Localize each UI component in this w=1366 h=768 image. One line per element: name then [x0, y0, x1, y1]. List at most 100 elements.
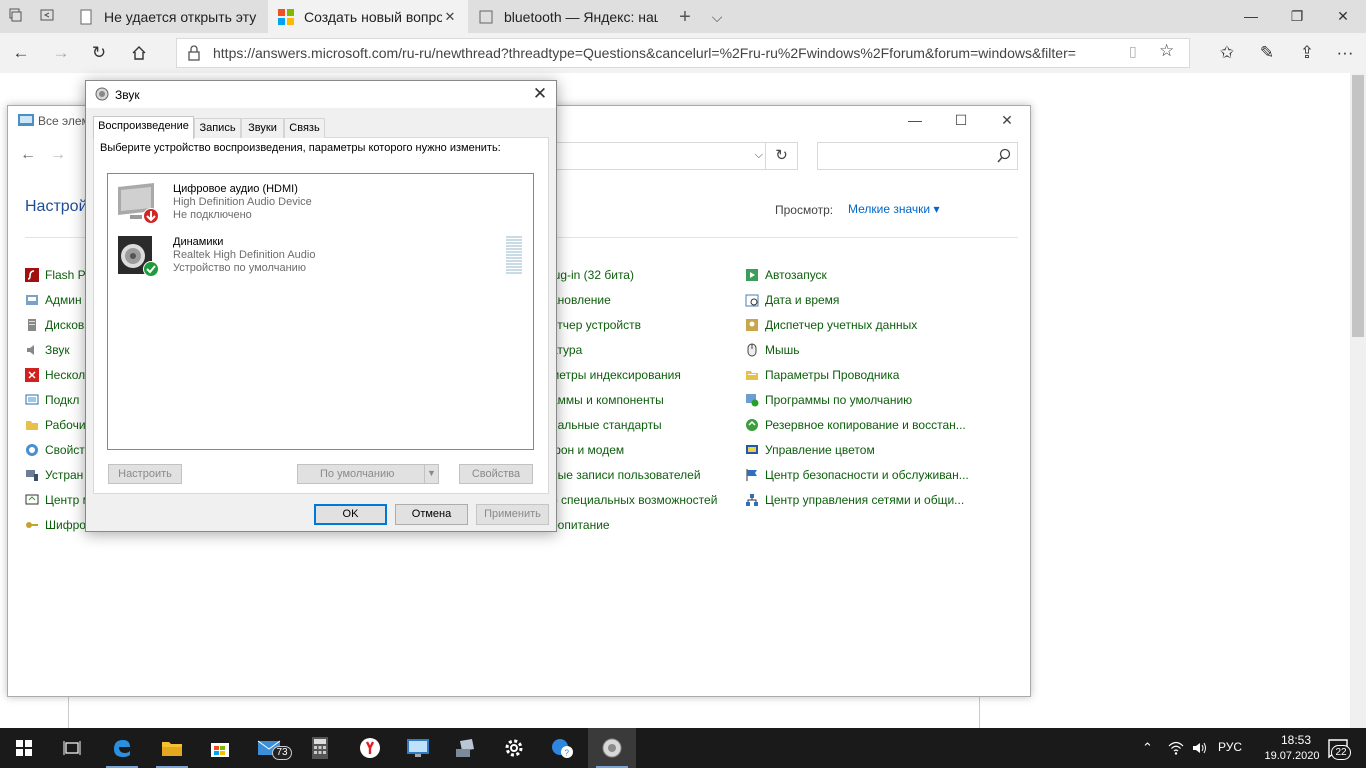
clock-time[interactable]: 18:53: [1267, 733, 1325, 747]
properties-button[interactable]: Свойства: [459, 464, 533, 484]
taskbar-edge[interactable]: [98, 728, 146, 768]
forward-arrow-icon[interactable]: →: [46, 39, 76, 67]
taskbar-sound[interactable]: [588, 728, 636, 768]
star-icon[interactable]: ☆: [1159, 41, 1179, 63]
cp-item-programs[interactable]: аммы и компоненты: [551, 391, 664, 409]
device-item-speakers[interactable]: Динамики Realtek High Definition Audio У…: [116, 234, 516, 282]
tab-playback[interactable]: Воспроизведение: [93, 116, 194, 139]
cp-item-sync-center[interactable]: Центр м: [25, 491, 91, 509]
minimize-icon[interactable]: —: [892, 106, 938, 134]
cp-item-user-accounts[interactable]: ные записи пользователей: [551, 466, 701, 484]
taskbar-settings[interactable]: [490, 728, 538, 768]
cp-item-indexing[interactable]: метры индексирования: [551, 366, 681, 384]
cp-item-multiple[interactable]: Несколь: [25, 366, 91, 384]
cp-item-power[interactable]: ропитание: [551, 516, 610, 534]
cp-item-storage[interactable]: Дисков: [25, 316, 84, 334]
back-arrow-icon[interactable]: ←: [6, 39, 36, 67]
restore-icon[interactable]: ❐: [1274, 0, 1320, 33]
tab-recording[interactable]: Запись: [194, 118, 241, 138]
cp-item-date-time[interactable]: Дата и время: [745, 291, 839, 309]
dropdown-arrow-icon[interactable]: ▼: [424, 464, 438, 484]
tab-actions-icon[interactable]: [4, 6, 26, 28]
close-icon[interactable]: ✕: [984, 106, 1030, 134]
chevron-down-icon[interactable]: ⌵: [706, 6, 728, 28]
cp-item-security-center[interactable]: Центр безопасности и обслуживан...: [745, 466, 969, 484]
volume-icon[interactable]: [1192, 741, 1208, 755]
configure-button[interactable]: Настроить: [108, 464, 182, 484]
cp-item-mouse[interactable]: Мышь: [745, 341, 800, 359]
device-item-hdmi[interactable]: Цифровое аудио (HDMI) High Definition Au…: [116, 181, 516, 229]
reading-view-icon[interactable]: ▯: [1129, 43, 1147, 63]
share-icon[interactable]: ⇪: [1292, 39, 1322, 67]
cp-item-properties[interactable]: Свойст: [25, 441, 85, 459]
cp-item-region[interactable]: нальные стандарты: [551, 416, 662, 434]
cp-item-recovery[interactable]: ановление: [551, 291, 611, 309]
cp-item-color-management[interactable]: Управление цветом: [745, 441, 875, 459]
cancel-button[interactable]: Отмена: [395, 504, 468, 525]
taskbar-store[interactable]: [196, 728, 244, 768]
cp-item-connect[interactable]: Подкл: [25, 391, 79, 409]
control-panel-search[interactable]: [817, 142, 1018, 170]
cp-item-device-manager[interactable]: етчер устройств: [551, 316, 641, 334]
clock-date[interactable]: 19.07.2020: [1257, 750, 1327, 762]
back-arrow-icon[interactable]: ←: [20, 146, 36, 164]
cp-item-flash-plugin[interactable]: lug-in (32 бита): [551, 266, 634, 284]
taskbar-calculator[interactable]: [296, 728, 344, 768]
cp-item-autoplay[interactable]: Автозапуск: [745, 266, 827, 284]
home-icon[interactable]: [124, 39, 154, 67]
minimize-icon[interactable]: —: [1228, 0, 1274, 33]
cp-item-phone-modem[interactable]: фон и модем: [551, 441, 624, 459]
color-management-icon: [746, 445, 758, 454]
taskbar-yandex[interactable]: [346, 728, 394, 768]
forward-arrow-icon[interactable]: →: [50, 146, 66, 164]
close-icon[interactable]: ✕: [1320, 0, 1366, 33]
control-panel-address-bar[interactable]: ⌵ ↻: [556, 142, 798, 170]
taskbar-explorer[interactable]: [148, 728, 196, 768]
refresh-icon[interactable]: ↻: [765, 143, 797, 169]
taskbar-network-app[interactable]: [442, 728, 490, 768]
cp-item-encryption[interactable]: Шифро: [25, 516, 86, 534]
view-mode-dropdown[interactable]: Мелкие значки ▾: [848, 202, 939, 216]
cp-item-credential-manager[interactable]: Диспетчер учетных данных: [745, 316, 917, 334]
scrollbar-thumb[interactable]: [1352, 75, 1364, 337]
playback-device-list[interactable]: Цифровое аудио (HDMI) High Definition Au…: [107, 173, 534, 450]
apply-button[interactable]: Применить: [476, 504, 549, 525]
cp-item-work-folders[interactable]: Рабочи: [25, 416, 86, 434]
cp-item-default-programs[interactable]: Программы по умолчанию: [745, 391, 912, 409]
tab-sounds[interactable]: Звуки: [241, 118, 284, 138]
task-view-button[interactable]: [48, 728, 96, 768]
pen-icon[interactable]: ✎: [1252, 39, 1282, 67]
more-icon[interactable]: ···: [1330, 39, 1360, 67]
favorites-list-icon[interactable]: ✩: [1212, 39, 1242, 67]
dialog-title-bar[interactable]: Звук ✕: [86, 81, 556, 108]
start-button[interactable]: [0, 728, 48, 768]
maximize-icon[interactable]: ☐: [938, 106, 984, 134]
close-tab-icon[interactable]: ✕: [442, 9, 458, 25]
cp-item-sound[interactable]: Звук: [25, 341, 70, 359]
taskbar-remote-desktop[interactable]: [394, 728, 442, 768]
cp-item-explorer-options[interactable]: Параметры Проводника: [745, 366, 899, 384]
set-default-button[interactable]: По умолчанию ▼: [297, 464, 439, 484]
tab-cannot-open[interactable]: Не удается открыть эту стр: [68, 0, 268, 33]
tab-bluetooth-search[interactable]: bluetooth — Яндекс: нашлс: [468, 0, 668, 33]
taskbar-mail[interactable]: 73: [246, 728, 294, 768]
taskbar-get-help[interactable]: ?: [538, 728, 586, 768]
cp-item-devices[interactable]: Устран: [25, 466, 83, 484]
refresh-icon[interactable]: ↻: [84, 39, 114, 67]
new-tab-icon[interactable]: +: [674, 6, 696, 28]
tab-communications[interactable]: Связь: [284, 118, 325, 138]
wifi-icon[interactable]: [1168, 741, 1184, 755]
cp-item-network-center[interactable]: Центр управления сетями и общи...: [745, 491, 964, 509]
cp-item-admin[interactable]: Админ: [25, 291, 82, 309]
address-bar[interactable]: https://answers.microsoft.com/ru-ru/newt…: [176, 38, 1190, 68]
chevron-down-icon[interactable]: ⌵: [755, 149, 763, 162]
language-indicator[interactable]: РУС: [1218, 740, 1242, 754]
cp-item-flash[interactable]: Flash Pl: [25, 266, 88, 284]
ok-button[interactable]: OK: [314, 504, 387, 525]
set-tabs-aside-icon[interactable]: [36, 6, 58, 28]
close-icon[interactable]: ✕: [527, 83, 553, 105]
cp-item-backup[interactable]: Резервное копирование и восстан...: [745, 416, 966, 434]
chevron-up-icon[interactable]: ⌃: [1142, 740, 1153, 756]
cp-item-ease-of-access[interactable]: р специальных возможностей: [551, 491, 717, 509]
tab-create-question[interactable]: Создать новый вопрос ✕: [268, 0, 468, 33]
